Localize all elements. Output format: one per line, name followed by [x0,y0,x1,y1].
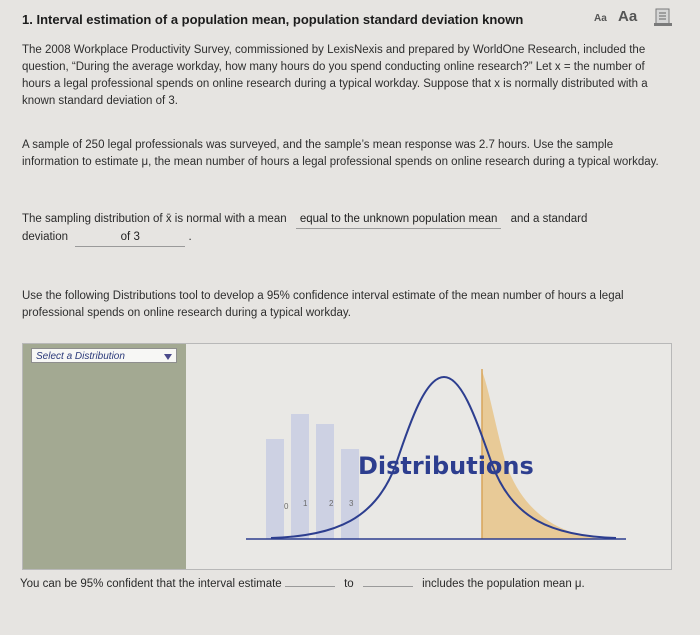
sd-answer-dropdown[interactable]: of 3 [75,229,186,247]
bottom-middle: to [344,578,354,590]
problem-title: 1. Interval estimation of a population m… [22,12,524,27]
upper-bound-input[interactable] [362,586,413,587]
sampling-middle: and a standard [510,213,588,225]
bottom-prefix: You can be 95% confident that the interv… [20,578,282,590]
sampling-end: . [188,231,192,243]
bottom-suffix: includes the population mean μ. [422,578,585,590]
deviation-label: deviation [22,231,69,243]
bg-bar [266,439,284,539]
sampling-distribution-statement: The sampling distribution of x̄ is norma… [22,211,682,229]
distributions-left-panel: Select a Distribution [23,344,186,569]
lower-bound-input[interactable] [284,586,335,587]
select-distribution-dropdown[interactable]: Select a Distribution [31,348,177,363]
print-icon[interactable] [654,8,672,26]
sampling-deviation-line: deviation of 3 . [22,229,192,247]
axis-tick: 2 [329,499,334,508]
distributions-tool: Select a Distribution 0 1 2 3 Distributi… [22,343,672,570]
tool-instructions-paragraph: Use the following Distributions tool to … [22,290,624,319]
sampling-prefix: The sampling distribution of x̄ is norma… [22,213,287,225]
distributions-watermark: Distributions [358,452,534,480]
mean-answer-dropdown[interactable]: equal to the unknown population mean [295,211,502,229]
problem-page: 1. Interval estimation of a population m… [0,0,700,635]
select-distribution-label: Select a Distribution [36,351,125,362]
bg-bar [341,449,359,539]
font-size-small-button[interactable]: Aa [594,13,607,24]
problem-intro-paragraph: The 2008 Workplace Productivity Survey, … [22,44,648,107]
axis-tick: 1 [303,499,308,508]
axis-tick: 3 [349,499,354,508]
bg-bar [316,424,334,539]
font-size-large-button[interactable]: Aa [618,8,637,25]
sample-info-paragraph: A sample of 250 legal professionals was … [22,139,659,168]
axis-tick: 0 [284,502,289,511]
distributions-visual: 0 1 2 3 Distributions [246,369,626,540]
confidence-statement: You can be 95% confident that the interv… [20,576,680,593]
chevron-down-icon [164,354,172,360]
bg-bar [291,414,309,539]
